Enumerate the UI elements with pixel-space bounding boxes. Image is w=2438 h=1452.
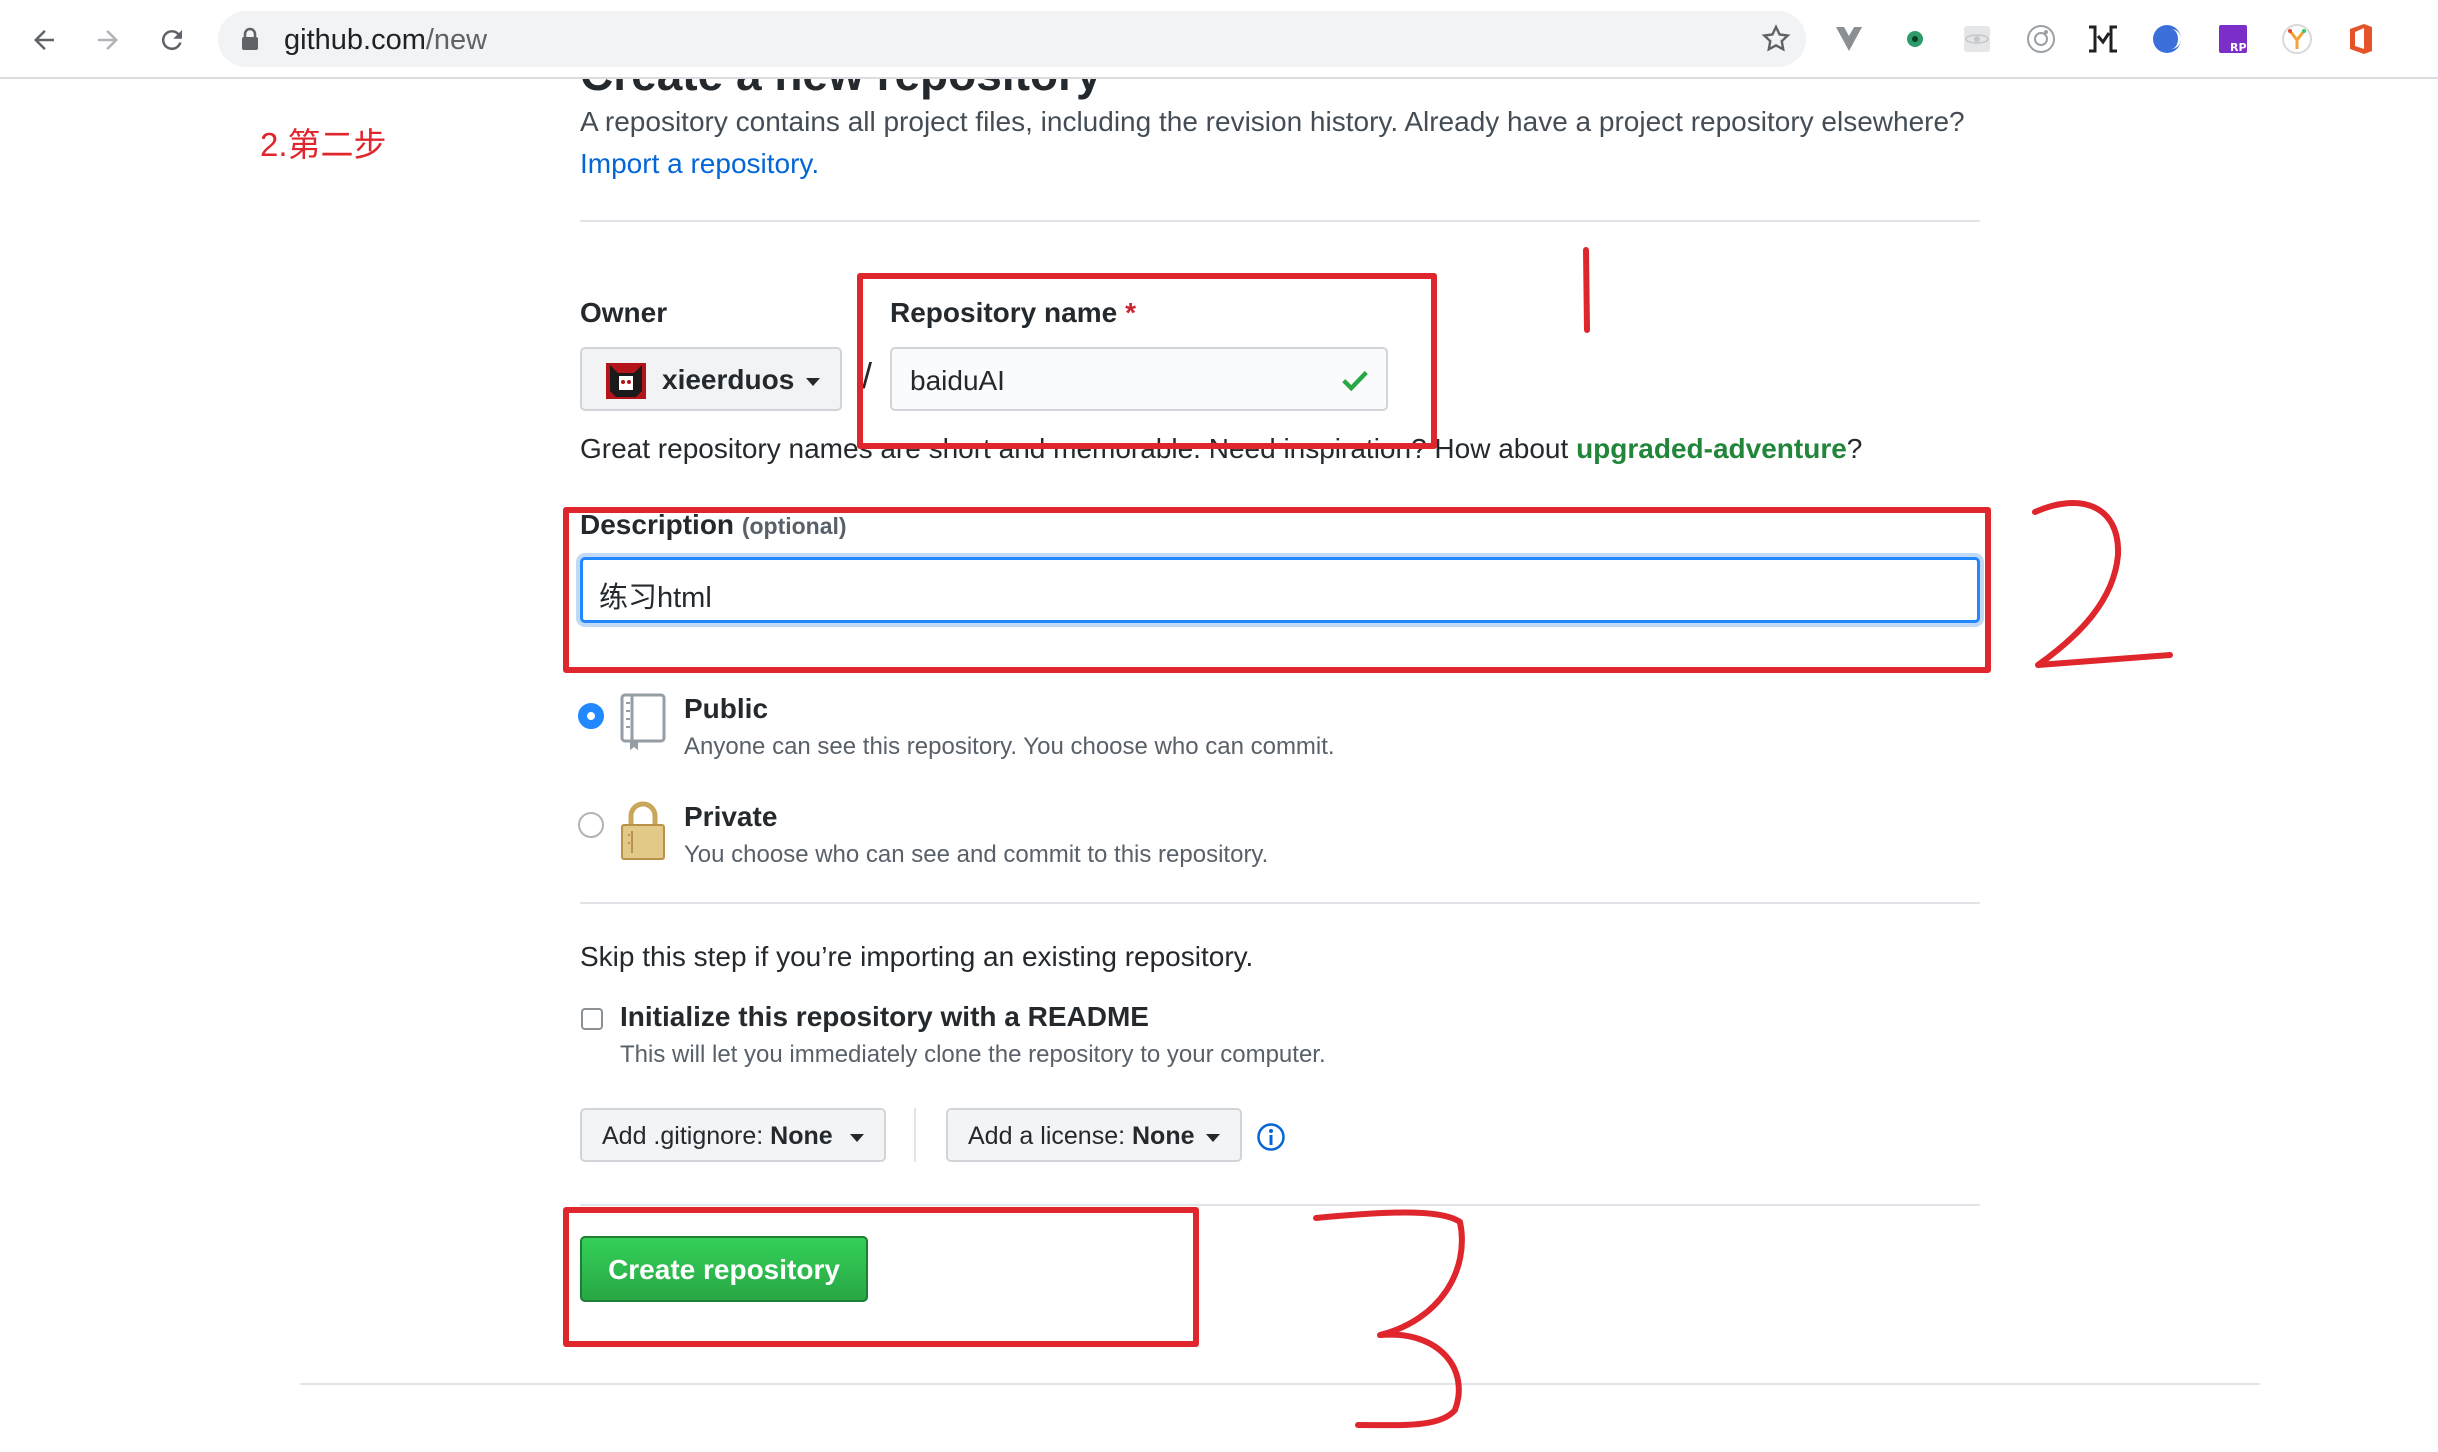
chevron-down-icon bbox=[806, 378, 820, 386]
footer-divider bbox=[300, 1383, 2260, 1385]
owner-repo-separator: / bbox=[862, 355, 873, 396]
divider bbox=[580, 220, 1980, 222]
public-radio[interactable] bbox=[578, 703, 604, 729]
readme-label[interactable]: Initialize this repository with a README bbox=[620, 1001, 1149, 1033]
private-option-description: You choose who can see and commit to thi… bbox=[684, 841, 1269, 868]
github-new-repository-page: Create a new repository 2.第二步 A reposito… bbox=[0, 79, 2438, 1452]
gitignore-select-button[interactable]: Add .gitignore: None bbox=[580, 1108, 886, 1162]
lock-icon bbox=[240, 27, 260, 56]
bracket-extension-icon[interactable] bbox=[2086, 22, 2120, 56]
repo-book-icon bbox=[618, 693, 668, 756]
reload-icon[interactable] bbox=[152, 20, 192, 60]
forward-icon[interactable] bbox=[88, 20, 128, 60]
yapi-extension-icon[interactable] bbox=[2280, 22, 2314, 56]
description-value: 练习html bbox=[599, 582, 712, 614]
check-icon bbox=[1340, 365, 1370, 400]
avatar bbox=[606, 363, 646, 399]
repository-name-value: baiduAI bbox=[910, 365, 1005, 396]
description-label: Description (optional) bbox=[580, 509, 847, 540]
chevron-down-icon bbox=[1206, 1134, 1220, 1142]
back-icon[interactable] bbox=[24, 20, 64, 60]
green-dot-extension-icon[interactable] bbox=[1898, 22, 1932, 56]
settings-ring-extension-icon[interactable] bbox=[2024, 22, 2058, 56]
lock-icon bbox=[618, 799, 668, 866]
url-text: github.com/new bbox=[284, 24, 488, 56]
required-asterisk: * bbox=[1125, 297, 1137, 328]
import-repository-link[interactable]: Import a repository. bbox=[580, 148, 819, 179]
public-option-title[interactable]: Public bbox=[684, 693, 768, 725]
browser-toolbar: github.com/new RP bbox=[0, 0, 2438, 79]
axure-rp-extension-icon[interactable]: RP bbox=[2216, 22, 2250, 56]
step-annotation-label: 2.第二步 bbox=[260, 126, 387, 163]
name-suggestion-hint: Great repository names are short and mem… bbox=[580, 433, 1863, 464]
intro-text: A repository contains all project files,… bbox=[580, 106, 1965, 179]
license-select-button[interactable]: Add a license: None bbox=[946, 1108, 1242, 1162]
vue-devtools-icon[interactable] bbox=[1832, 22, 1866, 56]
skip-step-text: Skip this step if you’re importing an ex… bbox=[580, 941, 1254, 972]
page-title: Create a new repository bbox=[580, 79, 1102, 101]
blue-circle-extension-icon[interactable] bbox=[2150, 22, 2184, 56]
react-devtools-icon[interactable] bbox=[1960, 22, 1994, 56]
repository-name-label: Repository name * bbox=[890, 297, 1137, 328]
optional-tag: (optional) bbox=[741, 513, 847, 539]
info-icon[interactable] bbox=[1256, 1122, 1286, 1157]
address-bar[interactable]: github.com/new bbox=[218, 11, 1806, 67]
owner-name: xieerduos bbox=[662, 364, 795, 395]
owner-select-button[interactable]: xieerduos bbox=[580, 347, 842, 411]
private-radio[interactable] bbox=[578, 812, 604, 838]
repository-name-input[interactable]: baiduAI bbox=[890, 347, 1388, 411]
private-option-title[interactable]: Private bbox=[684, 801, 777, 833]
owner-label: Owner bbox=[580, 297, 668, 328]
suggested-name-link[interactable]: upgraded-adventure bbox=[1576, 433, 1847, 464]
readme-checkbox[interactable] bbox=[581, 1008, 603, 1030]
bookmark-star-icon[interactable] bbox=[1760, 23, 1792, 60]
office-extension-icon[interactable] bbox=[2344, 22, 2378, 56]
divider bbox=[580, 902, 1980, 904]
chevron-down-icon bbox=[850, 1134, 864, 1142]
divider bbox=[580, 1204, 1980, 1206]
divider bbox=[914, 1108, 916, 1162]
create-repository-button[interactable]: Create repository bbox=[580, 1236, 868, 1302]
public-option-description: Anyone can see this repository. You choo… bbox=[684, 733, 1335, 760]
readme-description: This will let you immediately clone the … bbox=[620, 1041, 1326, 1068]
description-input[interactable]: 练习html bbox=[580, 557, 1980, 623]
svg-text:RP: RP bbox=[2230, 41, 2247, 54]
